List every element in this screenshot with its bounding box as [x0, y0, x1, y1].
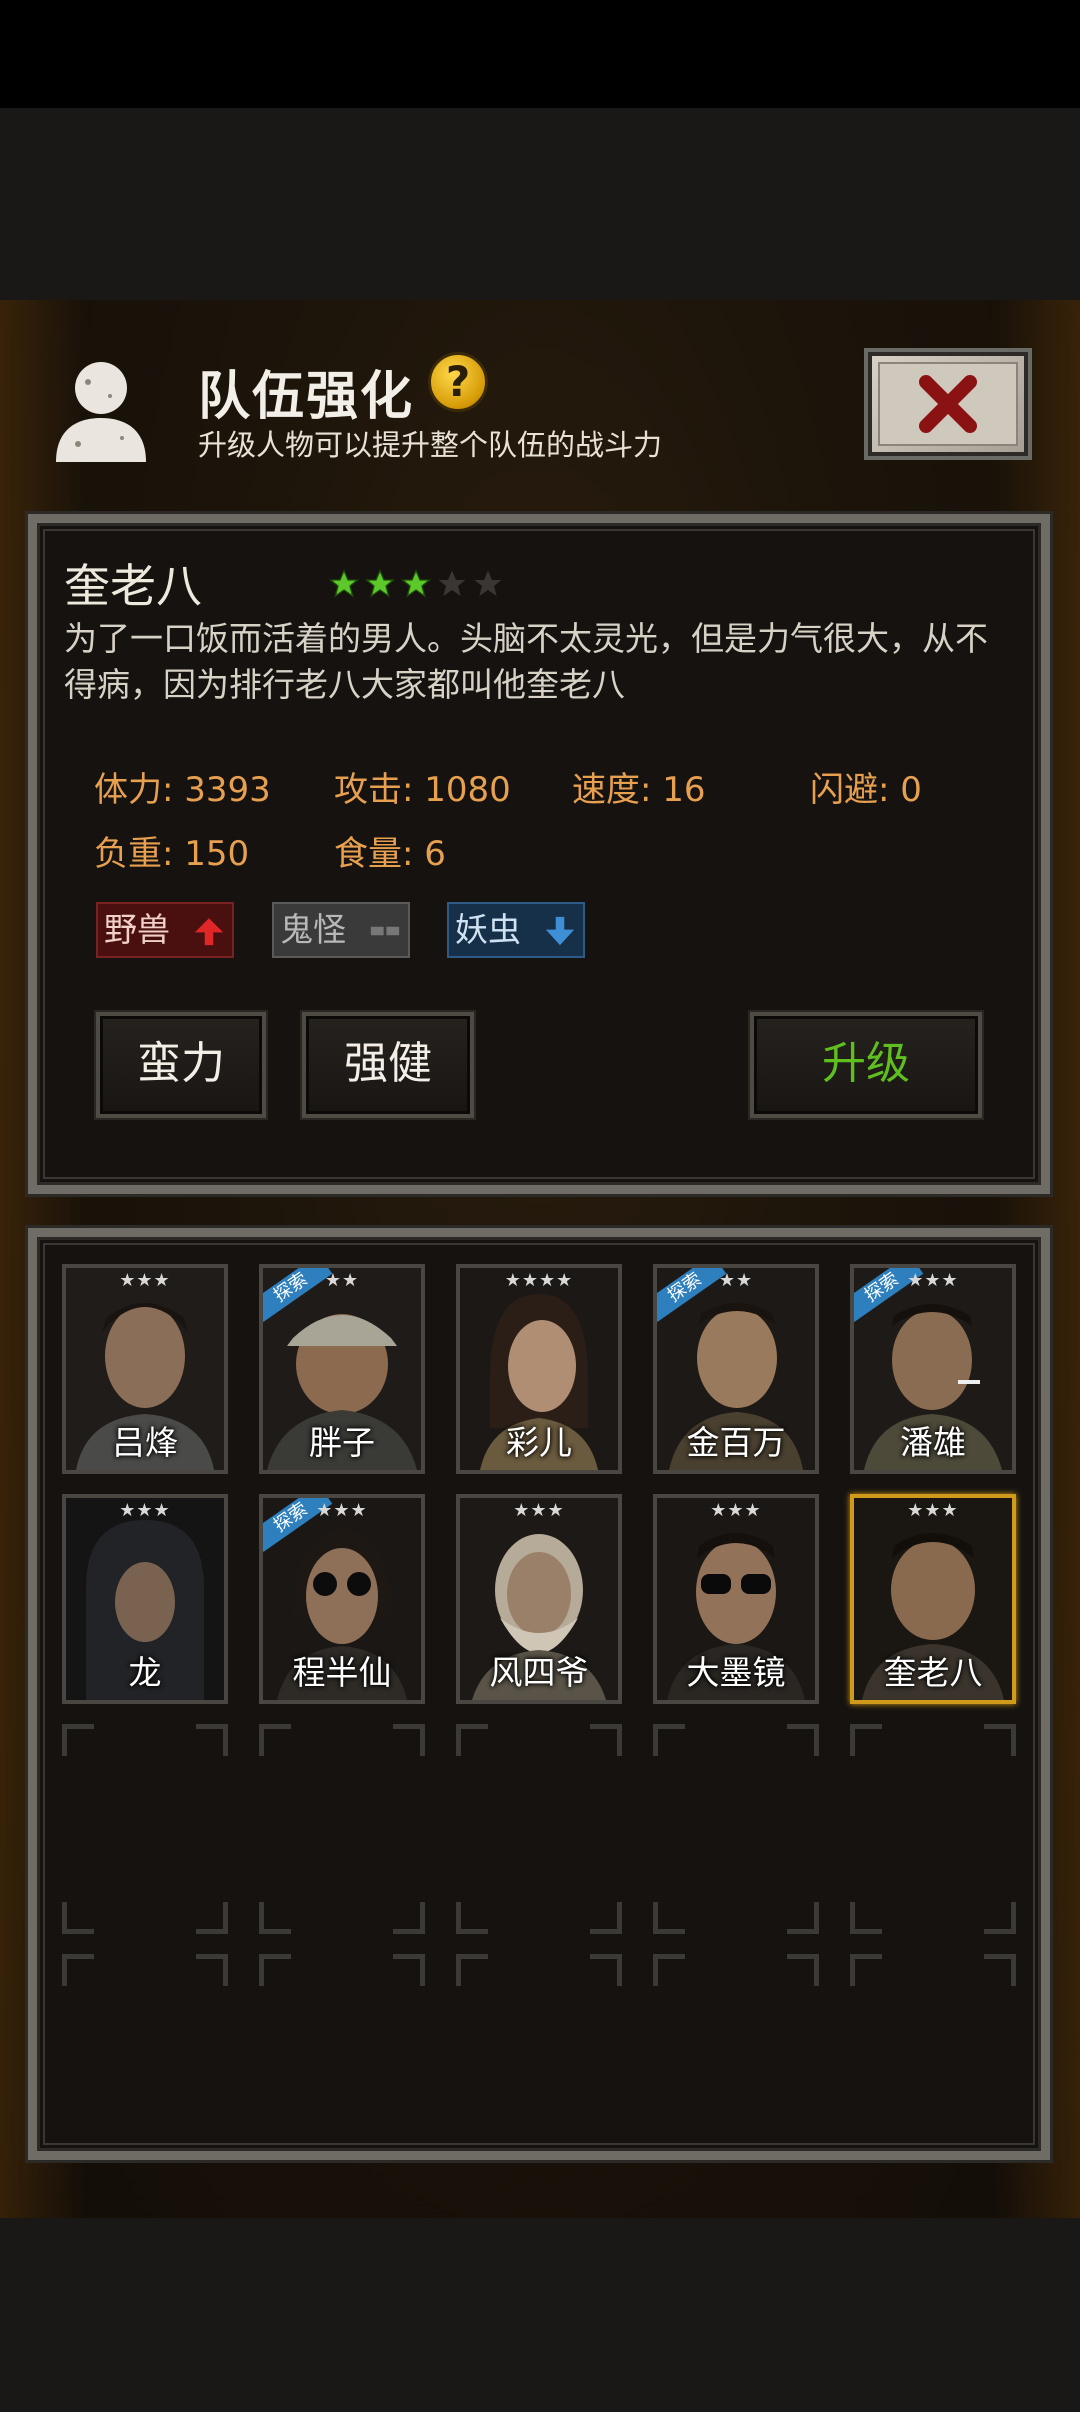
stat-stamina: 体力: 3393 — [94, 770, 271, 810]
stat-food: 食量: 6 — [334, 834, 446, 874]
top-letterbox — [0, 108, 1080, 300]
empty-slot — [62, 1954, 228, 2144]
hero-card-chengbanxian[interactable]: 探索 ★★★ 程半仙 — [259, 1494, 425, 1704]
star-filled-icon — [364, 568, 396, 598]
tag-ghost-label: 鬼怪 — [280, 910, 346, 949]
hero-card-name: 潘雄 — [900, 1423, 966, 1462]
hero-card-stars: ★★★ — [119, 1500, 171, 1521]
hero-card-name: 吕烽 — [112, 1423, 178, 1462]
star-empty-icon — [474, 570, 502, 596]
empty-slot — [653, 1954, 819, 2144]
star-filled-icon — [328, 568, 360, 598]
hero-card-caier[interactable]: ★★★★ 彩儿 — [456, 1264, 622, 1474]
hero-card-name: 龙 — [128, 1653, 162, 1692]
star-filled-icon — [400, 568, 432, 598]
neutral-dash-icon — [370, 926, 400, 936]
hero-card-stars: ★★★ — [513, 1500, 565, 1521]
arrow-down-icon — [545, 916, 575, 946]
stat-load: 负重: 150 — [94, 834, 250, 874]
hero-card-stars: ★★★ — [710, 1500, 762, 1521]
help-icon[interactable]: ? — [428, 352, 488, 412]
hero-card-name: 彩儿 — [506, 1423, 572, 1462]
star-empty-icon — [438, 570, 466, 596]
empty-slot — [62, 1724, 228, 1934]
stat-speed: 速度: 16 — [572, 770, 706, 810]
hero-card-name: 风四爷 — [489, 1653, 589, 1692]
skill-brute-force-button[interactable]: 蛮力 — [96, 1012, 266, 1118]
empty-slot — [653, 1724, 819, 1934]
hero-card-stars: ★★★ — [907, 1500, 959, 1521]
hero-card-stars: ★★ — [718, 1270, 754, 1291]
upgrade-button[interactable]: 升级 — [750, 1012, 982, 1118]
team-upgrade-screen: 队伍强化 ? 升级人物可以提升整个队伍的战斗力 奎老八 为了一口饭而活着的男人。… — [0, 300, 1080, 2218]
hero-card-stars: ★★★ — [907, 1270, 959, 1291]
hero-card-fengsiye[interactable]: ★★★ 风四爷 — [456, 1494, 622, 1704]
hero-card-stars: ★★★ — [119, 1270, 171, 1291]
hero-card-panxiong[interactable]: 探索 ★★★ 潘雄 — [850, 1264, 1016, 1474]
hero-card-name: 奎老八 — [883, 1653, 983, 1692]
stat-attack: 攻击: 1080 — [334, 770, 511, 810]
empty-slot — [456, 1954, 622, 2144]
empty-slot — [259, 1954, 425, 2144]
skill-robust-button[interactable]: 强健 — [302, 1012, 474, 1118]
empty-slot — [456, 1724, 622, 1934]
hero-card-pangzi[interactable]: 探索 ★★ 胖子 — [259, 1264, 425, 1474]
hero-card-stars: ★★★★ — [504, 1270, 574, 1291]
avatar-silhouette-icon — [56, 362, 146, 462]
tag-beast: 野兽 — [96, 902, 234, 958]
empty-slot — [850, 1724, 1016, 1934]
hero-card-name: 胖子 — [309, 1423, 375, 1462]
tag-bug-label: 妖虫 — [455, 910, 521, 949]
hero-card-stars: ★★ — [324, 1270, 360, 1291]
tag-bug: 妖虫 — [447, 902, 585, 958]
arrow-up-icon — [194, 918, 224, 946]
hero-card-name: 程半仙 — [292, 1653, 392, 1692]
hero-star-rating — [328, 568, 504, 600]
hero-description: 为了一口饭而活着的男人。头脑不太灵光，但是力气很大，从不得病，因为排行老八大家都… — [64, 619, 988, 704]
hero-card-name: 金百万 — [686, 1423, 786, 1462]
close-button[interactable] — [864, 348, 1032, 460]
tag-beast-label: 野兽 — [104, 910, 170, 949]
hero-card-name: 大墨镜 — [686, 1653, 786, 1692]
bottom-letterbox — [0, 2218, 1080, 2412]
hero-card-long[interactable]: ★★★ 龙 — [62, 1494, 228, 1704]
hero-card-stars: ★★★ — [316, 1500, 368, 1521]
empty-slot — [850, 1954, 1016, 2144]
hero-card-jinbaiwan[interactable]: 探索 ★★ 金百万 — [653, 1264, 819, 1474]
hero-card-damojing[interactable]: ★★★ 大墨镜 — [653, 1494, 819, 1704]
tag-ghost: 鬼怪 — [272, 902, 410, 958]
page-subtitle: 升级人物可以提升整个队伍的战斗力 — [198, 428, 663, 462]
hero-card-lvfeng[interactable]: ★★★ 吕烽 — [62, 1264, 228, 1474]
close-icon — [919, 375, 977, 433]
hero-card-kuilaoba[interactable]: ★★★ 奎老八 — [850, 1494, 1016, 1704]
status-bar — [0, 0, 1080, 108]
stat-dodge: 闪避: 0 — [810, 770, 922, 810]
empty-slot — [259, 1724, 425, 1934]
hero-name: 奎老八 — [64, 559, 202, 613]
page-title: 队伍强化 — [198, 367, 415, 427]
